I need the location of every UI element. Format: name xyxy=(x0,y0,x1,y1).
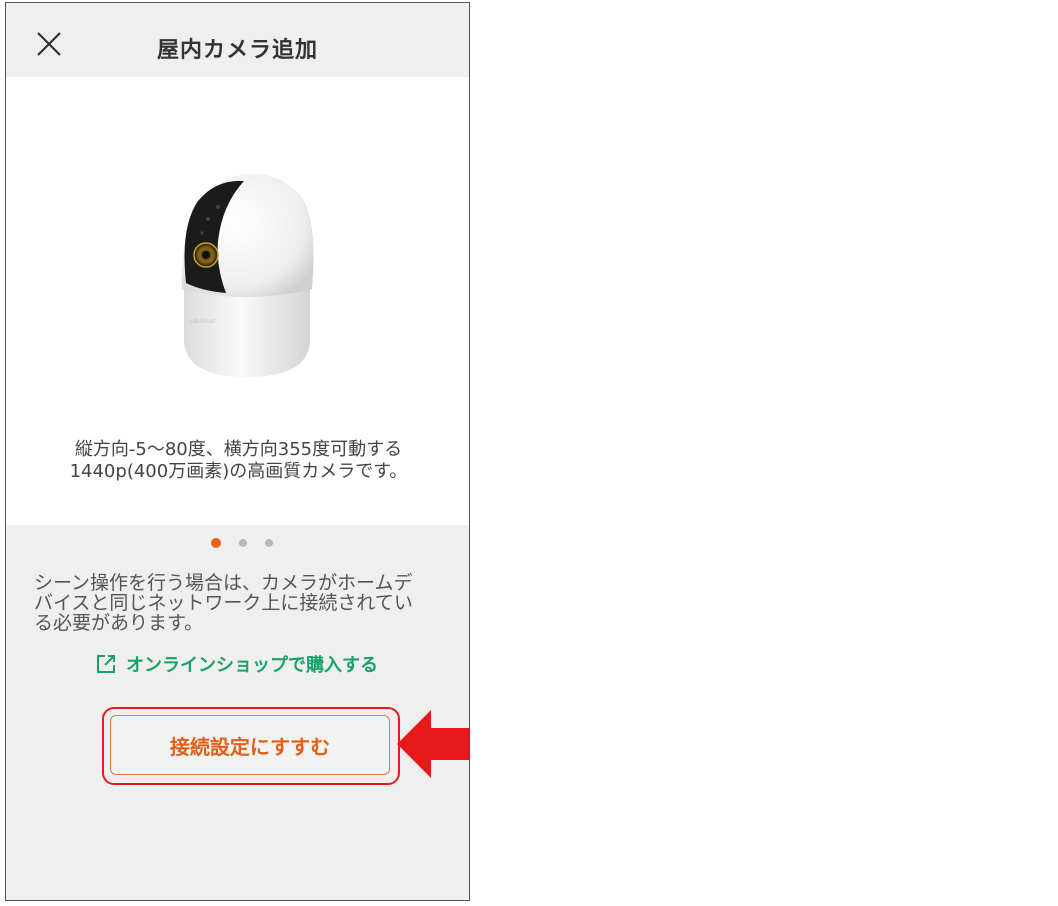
carousel-indicator xyxy=(211,537,273,549)
camera-product-image: LifeSmart xyxy=(181,173,314,377)
product-carousel[interactable]: LifeSmart 縦方向-5〜80度、横方向355度可動する 1440p(40… xyxy=(6,77,469,525)
external-link-icon xyxy=(97,655,115,673)
description-line-1: 縦方向-5〜80度、横方向355度可動する xyxy=(74,439,403,460)
notice-line-1: シーン操作を行う場合は、カメラがホームデ xyxy=(34,572,413,594)
notice-line-2: バイスと同じネットワーク上に接続されてい xyxy=(34,592,413,614)
carousel-dot[interactable] xyxy=(239,539,247,547)
online-shop-link[interactable]: オンラインショップで購入する xyxy=(96,651,378,677)
notice-line-3: る必要があります。 xyxy=(34,612,204,634)
carousel-dot[interactable] xyxy=(265,539,273,547)
proceed-to-connection-button[interactable]: 接続設定にすすむ xyxy=(110,715,390,775)
svg-text:LifeSmart: LifeSmart xyxy=(190,319,216,325)
description-line-2: 1440p(400万画素)の高画質カメラです。 xyxy=(69,461,408,482)
product-description: 縦方向-5〜80度、横方向355度可動する 1440p(400万画素)の高画質カ… xyxy=(6,439,469,483)
online-shop-label: オンラインショップで購入する xyxy=(126,655,378,676)
network-notice: シーン操作を行う場合は、カメラがホームデ バイスと同じネットワーク上に接続されて… xyxy=(34,573,454,633)
page-title: 屋内カメラ追加 xyxy=(156,38,318,63)
left-arrow-icon xyxy=(397,710,469,778)
carousel-dot-active[interactable] xyxy=(211,538,221,548)
